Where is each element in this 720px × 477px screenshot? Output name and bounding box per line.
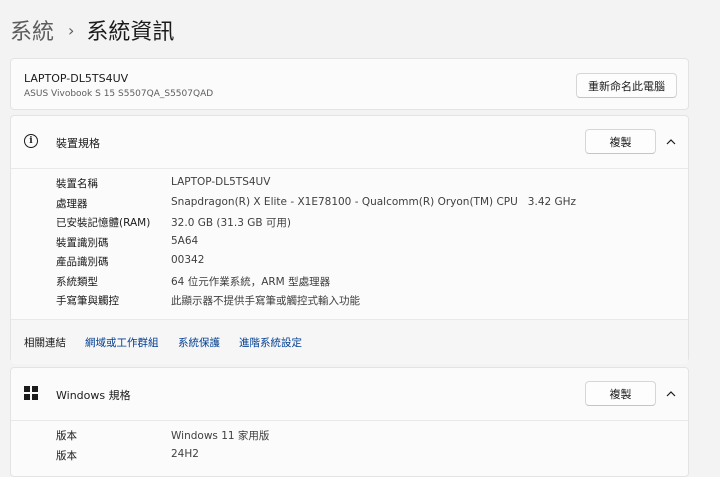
spec-row: 系統類型 64 位元作業系統，ARM 型處理器 (11, 272, 688, 292)
spec-row: 裝置名稱 LAPTOP-DL5TS4UV (11, 174, 688, 194)
spec-label: 產品識別碼 (56, 256, 109, 268)
spec-value: 64 位元作業系統，ARM 型處理器 (171, 275, 331, 288)
spec-row: 產品識別碼 00342 (11, 252, 688, 272)
chevron-up-icon[interactable] (664, 135, 678, 149)
chevron-right-icon: › (68, 20, 75, 40)
windows-specs-list: 版本 Windows 11 家用版 版本 24H2 (11, 426, 688, 465)
spec-label: 系統類型 (56, 275, 98, 288)
system-protection-link[interactable]: 系統保護 (178, 335, 220, 350)
copy-device-specs-button[interactable]: 複製 (585, 129, 656, 154)
chevron-up-icon[interactable] (664, 387, 678, 401)
spec-label: 版本 (56, 430, 77, 442)
spec-row: 處理器 Snapdragon(R) X Elite - X1E78100 - Q… (11, 194, 688, 214)
device-model: ASUS Vivobook S 15 S5507QA_S5507QAD (24, 89, 214, 99)
spec-value: Windows 11 家用版 (171, 430, 270, 442)
spec-value: 00342 (171, 254, 205, 266)
spec-value: Snapdragon(R) X Elite - X1E78100 - Qualc… (171, 195, 577, 208)
device-card: LAPTOP-DL5TS4UV ASUS Vivobook S 15 S5507… (10, 58, 689, 110)
spec-row: 已安裝記憶體(RAM) 32.0 GB (31.3 GB 可用) (11, 213, 688, 233)
domain-workgroup-link[interactable]: 網域或工作群組 (85, 335, 159, 350)
spec-label: 裝置名稱 (56, 178, 98, 190)
spec-label: 版本 (56, 449, 77, 462)
windows-logo-icon (24, 386, 38, 400)
spec-label: 已安裝記憶體(RAM) (56, 217, 151, 229)
copy-windows-specs-button[interactable]: 複製 (585, 381, 656, 406)
spec-row: 版本 24H2 (11, 446, 688, 466)
info-icon: i (24, 134, 38, 148)
breadcrumb-parent[interactable]: 系統 (10, 14, 54, 46)
windows-specs-header[interactable]: Windows 規格 複製 (11, 368, 688, 421)
spec-value: 此顯示器不提供手寫筆或觸控式輸入功能 (171, 295, 360, 307)
spec-value: LAPTOP-DL5TS4UV (171, 176, 271, 188)
spec-row: 裝置識別碼 5A64 (11, 233, 688, 253)
page-title: 系統資訊 (86, 20, 175, 45)
related-links-label: 相關連結 (24, 337, 66, 349)
device-name: LAPTOP-DL5TS4UV (24, 72, 129, 85)
spec-row: 版本 Windows 11 家用版 (11, 426, 688, 446)
related-links-bar: 相關連結 網域或工作群組 系統保護 進階系統設定 (11, 319, 688, 364)
spec-label: 處理器 (56, 197, 88, 210)
spec-value: 5A64 (171, 234, 199, 247)
windows-specs-title: Windows 規格 (56, 389, 131, 402)
spec-label: 手寫筆與觸控 (56, 295, 119, 307)
breadcrumb: 系統 › 系統資訊 (10, 14, 174, 46)
device-specs-list: 裝置名稱 LAPTOP-DL5TS4UV 處理器 Snapdragon(R) X… (11, 174, 688, 311)
spec-label: 裝置識別碼 (56, 236, 109, 249)
advanced-system-settings-link[interactable]: 進階系統設定 (239, 335, 302, 350)
spec-value: 32.0 GB (31.3 GB 可用) (171, 217, 291, 229)
device-specs-header[interactable]: i 裝置規格 複製 (11, 116, 688, 169)
device-specs-card: i 裝置規格 複製 裝置名稱 LAPTOP-DL5TS4UV 處理器 Snapd… (10, 115, 689, 364)
spec-value: 24H2 (171, 447, 199, 460)
device-specs-title: 裝置規格 (56, 137, 100, 150)
rename-pc-button[interactable]: 重新命名此電腦 (576, 73, 677, 98)
spec-row: 手寫筆與觸控 此顯示器不提供手寫筆或觸控式輸入功能 (11, 291, 688, 311)
